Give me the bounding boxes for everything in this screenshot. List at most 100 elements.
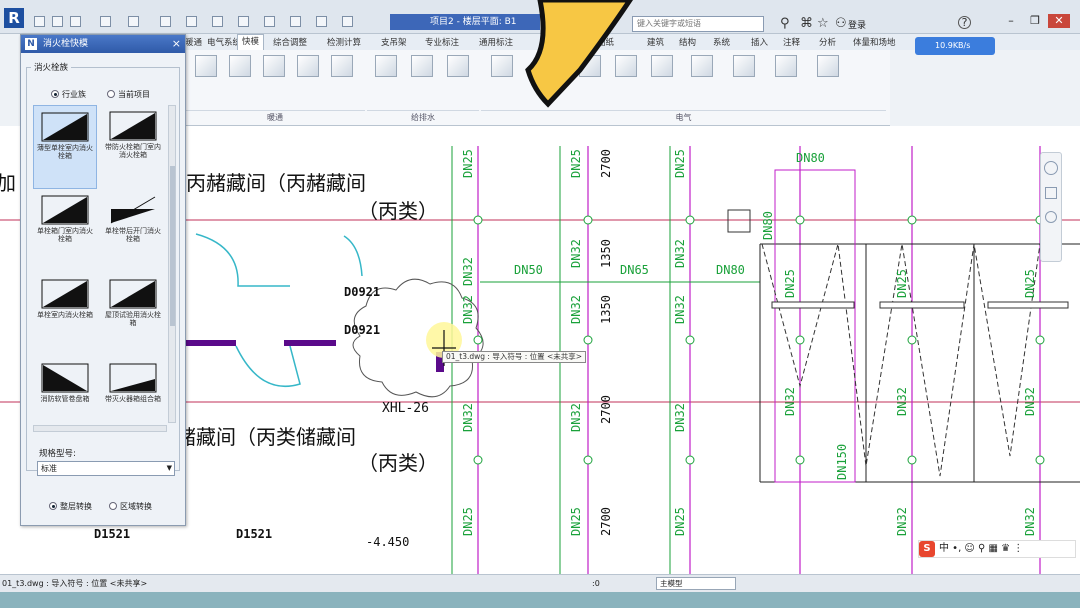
scrollbar-thumb[interactable] [170, 166, 175, 326]
radio-project[interactable]: 当前项目 [107, 89, 150, 100]
tab-structure[interactable]: 结构 [679, 36, 696, 48]
close-hidden-icon[interactable] [342, 16, 353, 27]
measure-icon[interactable] [186, 16, 197, 27]
restore-button[interactable]: ❐ [1024, 14, 1046, 28]
undo-icon[interactable] [100, 16, 111, 27]
family-tile[interactable]: 单栓箱门室内消火栓箱 [33, 189, 97, 273]
search-input[interactable]: 键入关键字或短语 [632, 16, 764, 32]
family-tile[interactable]: 带灭火器箱组合箱 [101, 357, 165, 423]
palette-titlebar[interactable]: N 消火栓快模 × [21, 35, 185, 53]
tab-analyze[interactable]: 分析 [819, 36, 836, 48]
pipe-size-label: DN25 [569, 507, 583, 536]
ribbon-tool-button[interactable] [325, 55, 359, 77]
sync-icon[interactable] [70, 16, 81, 27]
3d-view-icon[interactable] [264, 16, 275, 27]
star-icon[interactable]: ☆ [817, 16, 829, 31]
pipe-size-label: DN32 [569, 403, 583, 432]
tab-quick-model[interactable]: 快模 [237, 34, 265, 50]
save-icon[interactable] [52, 16, 63, 27]
tab-hvac[interactable]: 暖通 [185, 36, 202, 48]
family-tile[interactable]: 单栓带后开门消火栓箱 [101, 189, 165, 273]
pipe-size-label: DN32 [1023, 507, 1037, 536]
radio-unselected-icon [109, 502, 117, 510]
dimension-label: 1350 [599, 295, 613, 324]
close-button[interactable]: ✕ [1048, 14, 1070, 28]
pipe-size-label: DN25 [673, 149, 687, 178]
ribbon-tool-button[interactable] [223, 55, 257, 77]
close-icon[interactable]: × [172, 35, 181, 53]
dimension-icon[interactable] [212, 16, 223, 27]
tab-general-annotation[interactable]: 通用标注 [479, 36, 513, 48]
ime-mode[interactable]: 中 [939, 543, 949, 554]
subscription-icon[interactable]: ⌘ [800, 16, 813, 31]
door-swing [195, 233, 290, 287]
broadcast-tool-icon [775, 55, 797, 77]
model-selector[interactable]: 主模型 [656, 577, 736, 590]
spec-dropdown[interactable]: 标准 ▼ [37, 461, 175, 476]
sogou-icon[interactable]: S [919, 541, 935, 557]
tile-label: 带防火栓箱门室内消火栓箱 [105, 143, 161, 159]
family-tile[interactable]: 消防软管卷盘箱 [33, 357, 97, 423]
tile-label: 薄型单栓室内消火栓箱 [37, 144, 93, 160]
ribbon-tool-button[interactable] [291, 55, 325, 77]
family-tile[interactable]: 薄型单栓室内消火栓箱 [33, 105, 97, 189]
dimension-label: 1350 [599, 239, 613, 268]
ribbon-tool-button[interactable] [257, 55, 291, 77]
tab-coordination[interactable]: 综合调整 [273, 36, 307, 48]
light-tool-icon [491, 55, 513, 77]
zoom-region-icon[interactable] [1045, 211, 1057, 223]
thin-lines-icon[interactable] [316, 16, 327, 27]
radio-label: 行业族 [62, 90, 86, 99]
family-tile[interactable]: 屋顶试验用消火栓箱 [101, 273, 165, 357]
ribbon-tool-button[interactable] [189, 55, 223, 77]
tab-systems[interactable]: 系统 [713, 36, 730, 48]
ribbon-tool-button[interactable] [645, 55, 679, 77]
radio-area-convert[interactable]: 区域转换 [109, 501, 152, 512]
radio-industry[interactable]: 行业族 [51, 89, 86, 100]
family-group-label: 消火栓族 [31, 61, 72, 73]
tile-list-scrollbar[interactable] [168, 105, 176, 423]
text-icon[interactable] [238, 16, 249, 27]
section-icon[interactable] [290, 16, 301, 27]
redo-icon[interactable] [128, 16, 139, 27]
radio-floor-convert[interactable]: 整层转换 [49, 501, 92, 512]
door-swing [343, 235, 363, 277]
ribbon-tool-button[interactable] [811, 55, 845, 77]
login-link[interactable]: 登录 [848, 18, 866, 31]
elevation-label: -4.450 [366, 535, 409, 549]
print-icon[interactable] [160, 16, 171, 27]
ribbon-tool-button[interactable] [441, 55, 475, 77]
app-logo[interactable]: R [4, 8, 24, 28]
ribbon-tool-button[interactable] [769, 55, 803, 77]
tab-discipline-annotation[interactable]: 专业标注 [425, 36, 459, 48]
navigation-bar[interactable] [1040, 152, 1062, 262]
steering-wheel-icon[interactable] [1044, 161, 1058, 175]
zoom-icon[interactable] [1045, 187, 1057, 199]
chevron-down-icon: ▼ [166, 464, 172, 472]
tab-massing-site[interactable]: 体量和场地 [853, 36, 896, 48]
ribbon-tool-button[interactable] [727, 55, 761, 77]
tab-architecture[interactable]: 建筑 [647, 36, 664, 48]
open-icon[interactable] [34, 16, 45, 27]
tab-electrical[interactable]: 电气系统 [207, 36, 241, 48]
status-bar: 01_t3.dwg : 导入符号 : 位置 <未共享> :0 主模型 [0, 574, 1080, 592]
ribbon-tool-button[interactable] [485, 55, 519, 77]
tab-check-calc[interactable]: 检测计算 [327, 36, 361, 48]
ribbon-tool-button[interactable] [685, 55, 719, 77]
ribbon-tool-button[interactable] [405, 55, 439, 77]
minimize-button[interactable]: – [1000, 14, 1022, 28]
family-tile[interactable]: 单栓室内消火栓箱 [33, 273, 97, 357]
tab-insert[interactable]: 插入 [751, 36, 768, 48]
user-icon[interactable]: ⚇ [835, 16, 847, 31]
tile-list-hscrollbar[interactable] [33, 425, 167, 432]
ribbon-tool-button[interactable] [369, 55, 403, 77]
grounding-tool-icon [817, 55, 839, 77]
ime-toolbar[interactable]: S中 •, ☺ ⚲ ▦ ♛ ⋮ [918, 540, 1076, 558]
tab-annotate[interactable]: 注释 [783, 36, 800, 48]
tab-supports[interactable]: 支吊架 [381, 36, 407, 48]
family-tile[interactable]: 带防火栓箱门室内消火栓箱 [101, 105, 165, 189]
hydrant-palette[interactable]: N 消火栓快模 × 消火栓族 行业族 当前项目 薄型单栓室内消火栓箱 带防火栓箱… [20, 34, 186, 526]
binoculars-icon[interactable]: ⚲ [780, 16, 790, 31]
help-icon[interactable]: ? [958, 16, 971, 29]
pipe-size-label: DN32 [569, 295, 583, 324]
